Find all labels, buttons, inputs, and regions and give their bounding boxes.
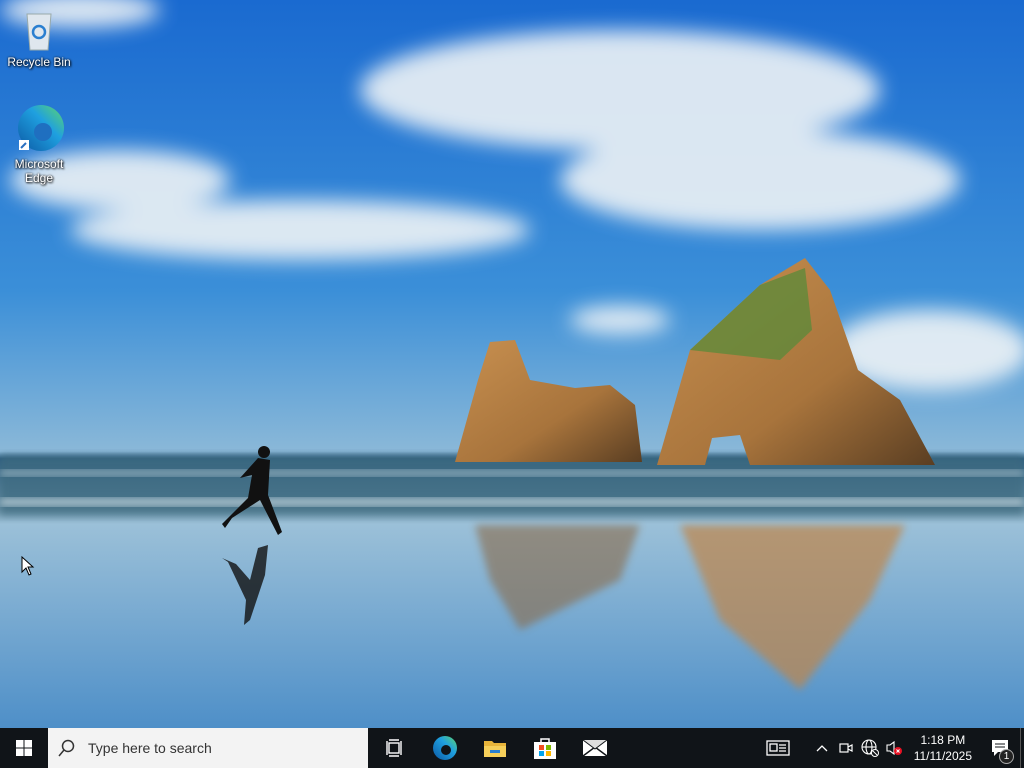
clock-date: 11/11/2025 [913,749,972,763]
show-hidden-icons-button[interactable] [810,728,834,768]
action-center-button[interactable]: 1 [980,728,1020,768]
desktop-wallpaper [0,0,1024,728]
edge-icon [18,105,64,151]
globe-no-internet-icon [861,739,879,757]
volume-muted-icon [886,740,902,756]
news-icon [766,740,790,756]
taskbar-file-explorer-button[interactable] [470,728,520,768]
search-icon [58,739,75,757]
network-button[interactable] [858,728,882,768]
edge-icon [433,736,457,760]
microsoft-store-icon [534,738,556,759]
system-tray: 1:18 PM 11/11/2025 1 [758,728,1024,768]
volume-button[interactable] [882,728,906,768]
file-explorer-icon [484,741,506,757]
taskbar-edge-button[interactable] [420,728,470,768]
desktop-icon-label: Recycle Bin [7,55,71,69]
taskbar-mail-button[interactable] [570,728,620,768]
clock[interactable]: 1:18 PM 11/11/2025 [906,732,980,764]
desktop-icon-recycle-bin[interactable]: Recycle Bin [4,8,74,69]
mouse-cursor-icon [21,556,35,576]
taskbar-microsoft-store-button[interactable] [520,728,570,768]
show-desktop-button[interactable] [1020,728,1024,768]
taskbar-search-box[interactable]: Type here to search [48,728,368,768]
notification-badge: 1 [999,749,1014,764]
chevron-up-icon [816,745,828,752]
news-and-interests-button[interactable] [758,728,798,768]
task-view-button[interactable] [370,728,420,768]
meet-now-icon [839,743,853,753]
desktop-icon-label: Microsoft Edge [14,157,64,185]
clock-time: 1:18 PM [920,733,966,747]
windows-logo-icon [16,740,32,756]
search-placeholder: Type here to search [88,740,212,756]
meet-now-button[interactable] [834,728,858,768]
desktop-icon-microsoft-edge[interactable]: Microsoft Edge [4,104,74,185]
start-button[interactable] [0,728,48,768]
taskbar: Type here to search 1:18 PM 11/11/2025 1 [0,728,1024,768]
mail-icon [582,739,608,757]
task-view-icon [386,739,402,757]
recycle-bin-icon [26,13,52,51]
